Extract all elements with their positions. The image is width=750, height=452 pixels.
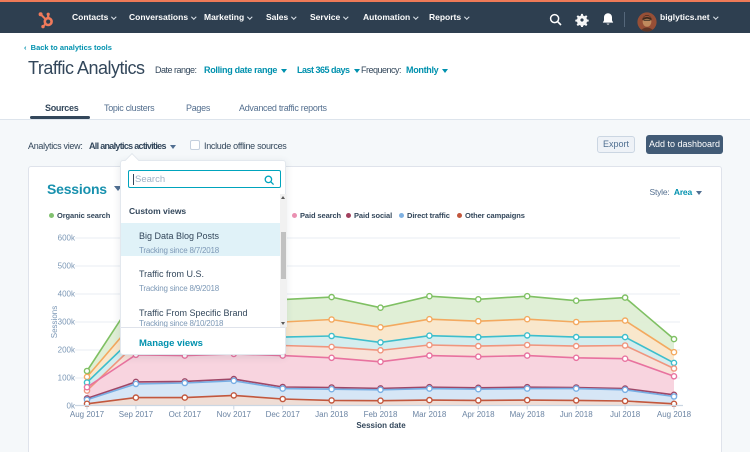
svg-text:300k: 300k <box>58 318 76 327</box>
svg-text:Feb 2018: Feb 2018 <box>364 410 398 419</box>
svg-text:Mar 2018: Mar 2018 <box>413 410 447 419</box>
svg-text:Aug 2018: Aug 2018 <box>657 410 692 419</box>
svg-text:Dec 2017: Dec 2017 <box>266 410 301 419</box>
svg-text:200k: 200k <box>58 346 76 355</box>
svg-text:Aug 2017: Aug 2017 <box>70 410 105 419</box>
svg-text:Sessions: Sessions <box>50 306 59 338</box>
svg-text:Jan 2018: Jan 2018 <box>315 410 348 419</box>
svg-text:Oct 2017: Oct 2017 <box>169 410 202 419</box>
svg-text:600k: 600k <box>58 234 76 243</box>
svg-text:Session date: Session date <box>356 421 406 430</box>
svg-text:500k: 500k <box>58 262 76 271</box>
svg-text:Jul 2018: Jul 2018 <box>610 410 641 419</box>
svg-text:Apr 2018: Apr 2018 <box>462 410 495 419</box>
svg-text:May 2018: May 2018 <box>510 410 546 419</box>
svg-text:400k: 400k <box>58 290 76 299</box>
svg-text:Sep 2017: Sep 2017 <box>119 410 154 419</box>
svg-text:100k: 100k <box>58 374 76 383</box>
svg-text:Nov 2017: Nov 2017 <box>217 410 252 419</box>
svg-text:Jun 2018: Jun 2018 <box>560 410 593 419</box>
